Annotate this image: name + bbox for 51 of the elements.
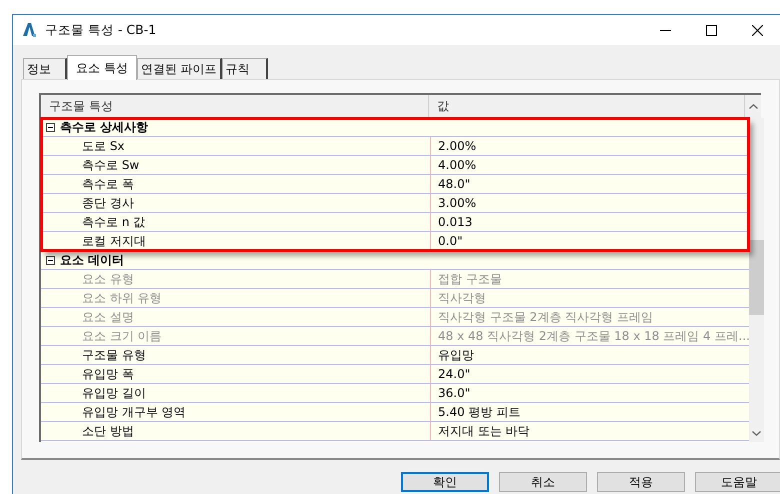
scroll-down-icon[interactable] [752,431,761,436]
property-value: 직사각형 [438,292,486,304]
scroll-up-icon[interactable] [748,104,758,109]
property-value[interactable]: 3.00% [438,197,476,209]
property-name: 측수로 n 값 [82,216,146,228]
property-value[interactable]: 5.40 평방 피트 [438,406,520,418]
property-name: 측수로 Sw [82,159,140,171]
property-value: 접합 구조물 [438,273,502,285]
tab[interactable]: 연결된 파이프 [136,58,222,79]
column-header: 값 [436,100,449,112]
property-value[interactable]: 4.00% [438,159,476,171]
property-value[interactable]: 2.00% [438,140,476,152]
collapse-icon[interactable] [46,256,55,264]
property-name: 요소 설명 [82,311,134,323]
group-header[interactable]: 측수로 상세사항 [60,121,148,133]
property-name: 요소 유형 [82,273,134,285]
property-name: 유입망 개구부 영역 [82,406,186,418]
dialog-button[interactable]: 취소 [499,472,587,492]
tab[interactable]: 규칙 [222,58,268,79]
property-value: 직사각형 구조물 2계층 직사각형 프레임 [438,311,653,323]
property-value[interactable]: 24.0" [438,368,470,380]
property-value[interactable]: 48.0" [438,178,470,190]
property-value[interactable]: 0.013 [438,216,472,228]
property-name: 유입망 폭 [82,368,134,380]
tab[interactable]: 요소 특성 [67,55,137,80]
tab[interactable]: 정보 [23,58,67,79]
dialog-button[interactable]: 도움말 [695,472,780,492]
property-value[interactable]: 36.0" [438,387,470,399]
group-header[interactable]: 요소 데이터 [60,254,124,266]
property-value[interactable]: 저지대 또는 바닥 [438,425,530,437]
property-value: 48 x 48 직사각형 2계층 구조물 18 x 18 프레임 4 프레... [438,330,749,342]
property-name: 도로 Sx [82,140,125,152]
dialog-button[interactable]: 적용 [597,472,685,492]
window-title: 구조물 특성 - CB-1 [45,22,158,38]
property-name: 요소 하위 유형 [82,292,162,304]
property-value[interactable]: 0.0" [438,235,463,247]
property-value[interactable]: 유입망 [438,349,474,361]
column-header: 구조물 특성 [49,100,113,112]
property-name: 요소 크기 이름 [82,330,162,342]
property-name: 소단 방법 [82,425,134,437]
dialog-button[interactable]: 확인 [401,472,489,492]
property-name: 유입망 길이 [82,387,146,399]
property-name: 구조물 유형 [82,349,146,361]
collapse-icon[interactable] [46,122,55,132]
property-name: 로컬 저지대 [82,235,146,247]
property-name: 종단 경사 [82,197,134,209]
app-logo-icon [22,22,36,38]
close-icon[interactable] [752,24,762,36]
maximize-icon[interactable] [706,24,716,36]
scrollbar-thumb[interactable] [749,240,764,315]
property-name: 측수로 폭 [82,178,134,190]
